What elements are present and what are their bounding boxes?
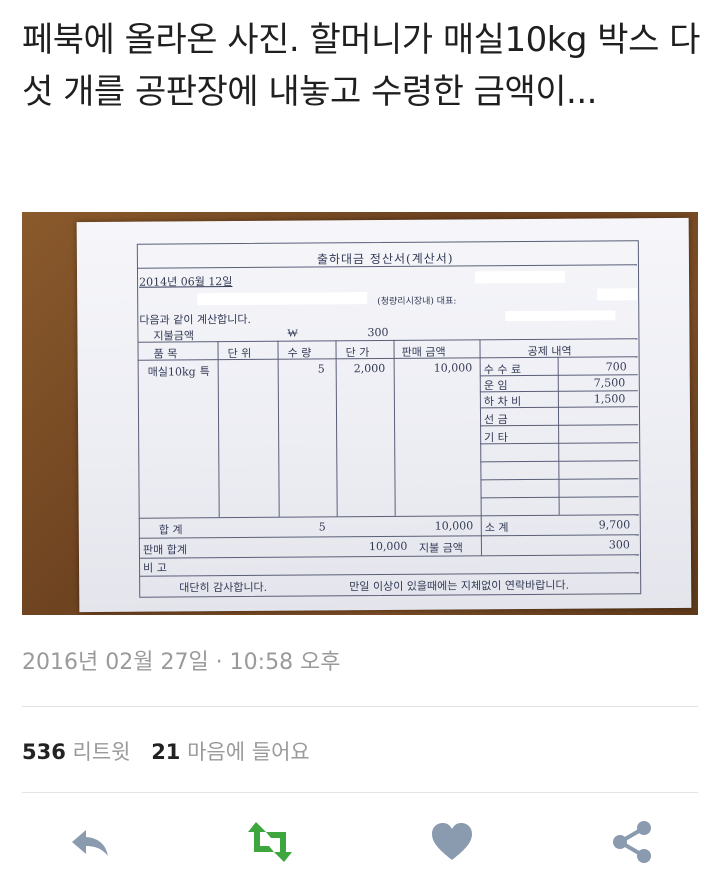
receipt-payout-currency: ₩ [287, 326, 298, 340]
receipt-image: 출하대금 정산서(계산서) 2014년 06월 12일 (청량리시장내) 대표:… [76, 217, 692, 613]
sales-total-value: 10,000 [368, 539, 408, 554]
retweet-count-label[interactable]: 리트윗 [73, 740, 131, 764]
item-name: 매실10kg [147, 365, 196, 379]
reply-button[interactable] [66, 818, 114, 866]
tweet-photo[interactable]: 출하대금 정산서(계산서) 2014년 06월 12일 (청량리시장내) 대표:… [22, 212, 698, 615]
tweet-stats: 536 리트윗 21 마음에 들어요 [22, 736, 324, 766]
receipt-market: (청량리시장내) 대표: [377, 296, 457, 308]
sales-total-label: 판매 합계 [142, 543, 187, 557]
divider [22, 706, 698, 707]
receipt-thanks: 대단히 감사합니다. [179, 580, 268, 595]
tweet-text: 페북에 올라온 사진. 할머니가 매실10kg 박스 다섯 개를 공판장에 내놓… [22, 20, 700, 112]
deduction-amount: 7,500 [593, 376, 626, 390]
retweet-button[interactable] [246, 818, 294, 866]
share-icon [613, 821, 651, 863]
deduction-amount: 700 [605, 360, 627, 374]
total-sales: 10,000 [434, 519, 474, 533]
item-qty: 5 [317, 362, 325, 376]
item-sales: 10,000 [433, 361, 473, 375]
receipt-contact-note: 만일 이상이 있을때에는 지체없이 연락바랍니다. [349, 578, 570, 594]
share-button[interactable] [608, 818, 656, 866]
tweet-action-bar [0, 818, 720, 866]
receipt-date: 2014년 06월 12일 [139, 275, 233, 289]
total-label: 합 계 [158, 523, 183, 537]
retweet-icon [248, 822, 292, 862]
retweet-count[interactable]: 536 [22, 740, 66, 764]
redaction-bar [597, 288, 638, 301]
like-count-label[interactable]: 마음에 들어요 [187, 740, 310, 764]
redaction-bar [197, 292, 368, 306]
total-qty: 5 [318, 520, 326, 534]
receipt-payout-value: 300 [367, 325, 389, 340]
item-grade: 특 [199, 365, 210, 379]
subtotal-label: 소 계 [484, 521, 509, 535]
redaction-bar [505, 310, 616, 322]
remarks-label: 비 고 [143, 561, 167, 575]
tweet-timestamp: 2016년 02월 27일 · 10:58 오후 [22, 650, 341, 675]
receipt-intro: 다음과 같이 계산합니다. [139, 312, 252, 327]
subtotal-amount: 9,700 [598, 518, 631, 532]
reply-icon [72, 830, 108, 856]
payout-total-value: 300 [608, 538, 630, 552]
like-count[interactable]: 21 [151, 740, 180, 764]
heart-icon [432, 823, 472, 860]
item-price: 2,000 [353, 361, 386, 376]
redaction-bar [474, 270, 566, 284]
divider [22, 792, 698, 793]
like-button[interactable] [428, 818, 476, 866]
deduction-amount: 1,500 [593, 392, 626, 406]
payout-total-label: 지불 금액 [418, 541, 463, 555]
